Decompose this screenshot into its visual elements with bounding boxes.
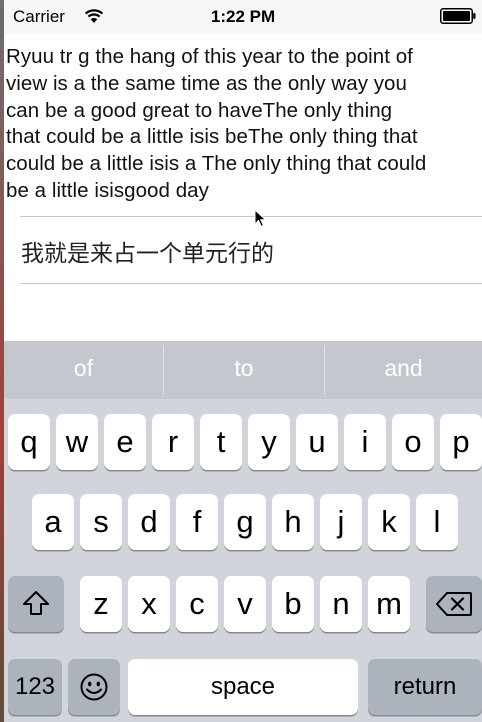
key-g[interactable]: g	[224, 494, 266, 550]
table-cell-label[interactable]: 我就是来占一个单元行的	[21, 234, 274, 268]
suggestion-of[interactable]: of	[4, 341, 163, 399]
key-d[interactable]: d	[128, 494, 170, 550]
key-v[interactable]: v	[224, 576, 266, 632]
key-t[interactable]: t	[200, 414, 242, 470]
key-a[interactable]: a	[32, 494, 74, 550]
key-l[interactable]: l	[416, 494, 458, 550]
key-e[interactable]: e	[104, 414, 146, 470]
key-o[interactable]: o	[392, 414, 434, 470]
key-c[interactable]: c	[176, 576, 218, 632]
key-y[interactable]: y	[248, 414, 290, 470]
key-p[interactable]: p	[440, 414, 482, 470]
table-separator-top	[20, 216, 482, 217]
text-line: view is a the same time as the only way …	[6, 71, 407, 95]
emoji-icon	[80, 673, 108, 701]
key-q[interactable]: q	[8, 414, 50, 470]
suggestion-to[interactable]: to	[164, 341, 324, 399]
text-line: Ryuu tr g the hang of this year to the p…	[6, 45, 413, 68]
space-key[interactable]: space	[128, 659, 358, 715]
shift-key[interactable]	[8, 576, 64, 632]
key-z[interactable]: z	[80, 576, 122, 632]
status-bar: Carrier 1:22 PM	[4, 0, 482, 34]
simulator-screen: Carrier 1:22 PM Ryuu tr g the hang of th…	[4, 0, 482, 722]
numbers-key[interactable]: 123	[8, 659, 62, 715]
emoji-key[interactable]	[68, 659, 120, 715]
battery-icon	[440, 8, 476, 24]
suggestion-bar: of to and	[4, 341, 482, 399]
status-time: 1:22 PM	[210, 7, 276, 26]
key-x[interactable]: x	[128, 576, 170, 632]
keyboard: of to and q w e r t y u i o p a s d f g …	[4, 341, 482, 722]
suggestion-and[interactable]: and	[325, 341, 482, 399]
shift-icon	[23, 591, 49, 615]
text-line: that could be a little isis beThe only t…	[6, 125, 418, 149]
return-key[interactable]: return	[368, 659, 482, 715]
key-s[interactable]: s	[80, 494, 122, 550]
key-h[interactable]: h	[272, 494, 314, 550]
key-j[interactable]: j	[320, 494, 362, 550]
key-f[interactable]: f	[176, 494, 218, 550]
delete-icon	[436, 592, 472, 616]
key-b[interactable]: b	[272, 576, 314, 632]
text-view[interactable]: Ryuu tr g the hang of this year to the p…	[6, 44, 482, 205]
text-line: could be a little isis a The only thing …	[6, 152, 427, 176]
key-i[interactable]: i	[344, 414, 386, 470]
key-k[interactable]: k	[368, 494, 410, 550]
delete-key[interactable]	[426, 576, 482, 632]
key-m[interactable]: m	[368, 576, 410, 632]
key-w[interactable]: w	[56, 414, 98, 470]
key-u[interactable]: u	[296, 414, 338, 470]
key-n[interactable]: n	[320, 576, 362, 632]
text-line: can be a good great to haveThe only thin…	[6, 98, 393, 122]
mouse-pointer-icon	[254, 209, 267, 228]
text-line: be a little isisgood day	[6, 178, 209, 202]
key-r[interactable]: r	[152, 414, 194, 470]
table-separator-bottom	[20, 283, 482, 284]
